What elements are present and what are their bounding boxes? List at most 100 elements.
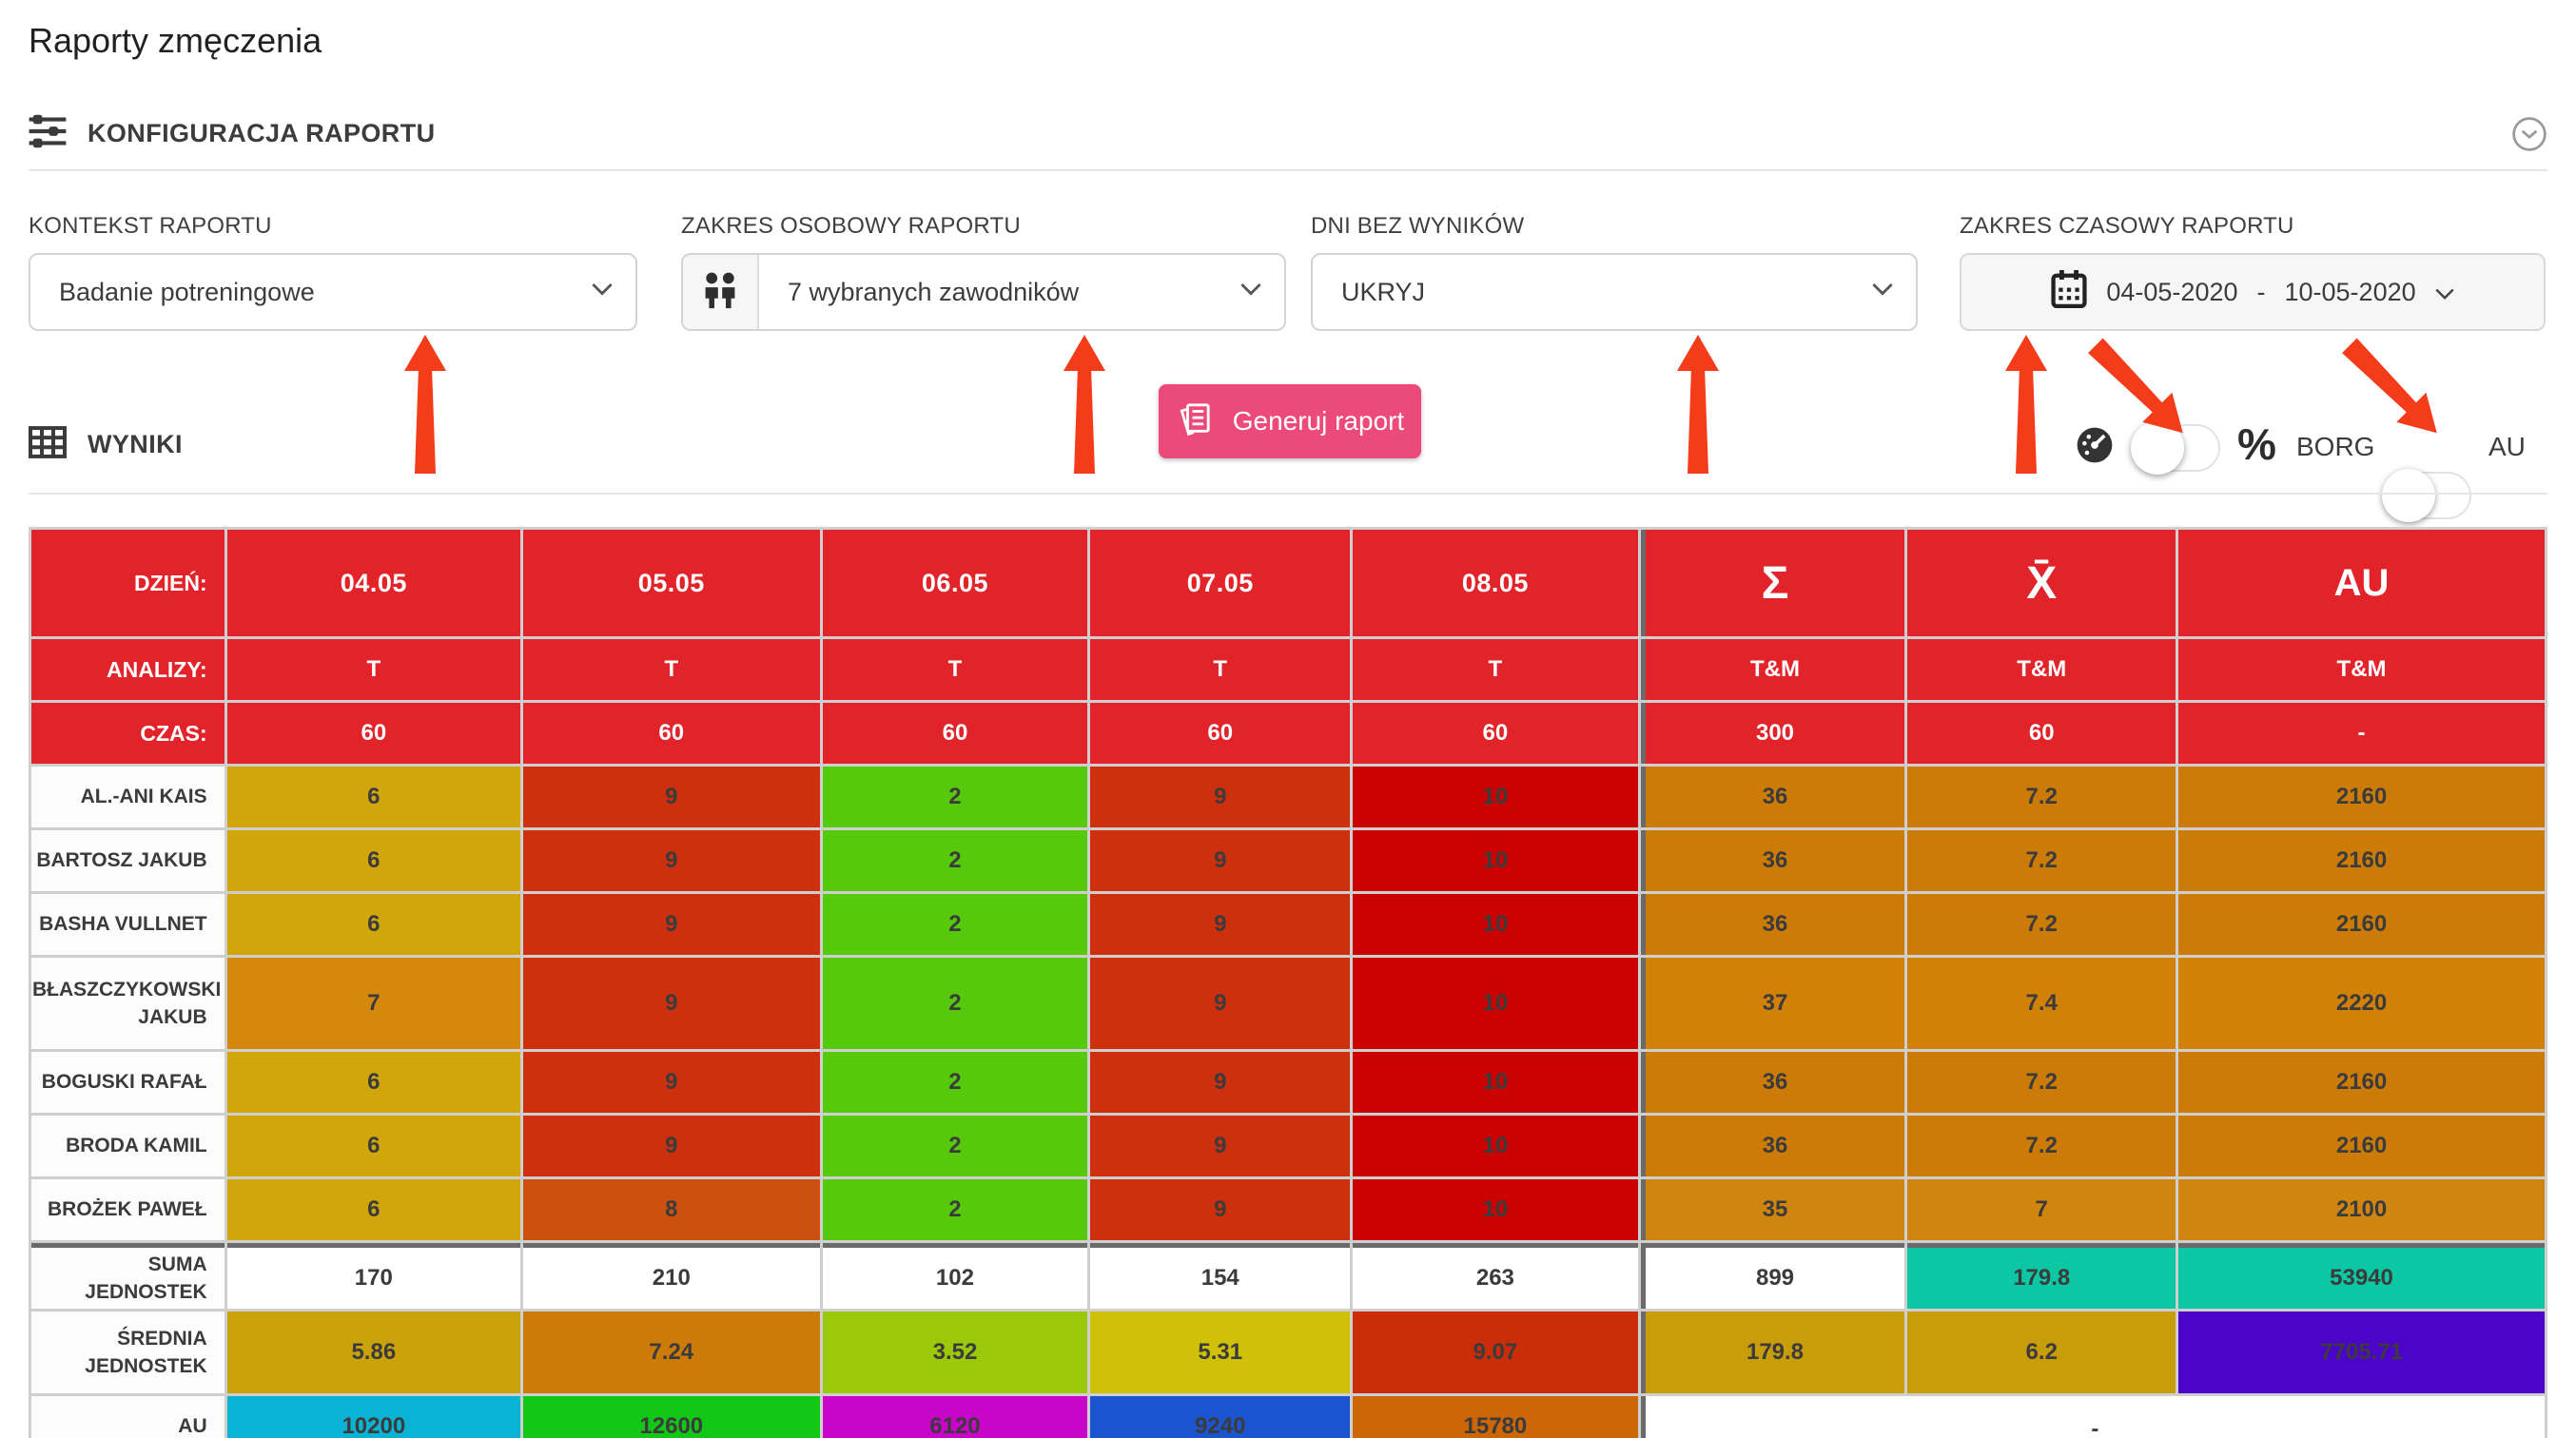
time-cell: 300	[1641, 703, 1905, 764]
time-cell: 60	[1353, 703, 1637, 764]
column-header: Σ	[1641, 530, 1905, 636]
people-icon	[699, 271, 741, 314]
au-merged-cell: -	[1641, 1396, 2545, 1438]
chevron-down-circle-icon	[2511, 141, 2547, 155]
time-row-label: CZAS:	[31, 703, 224, 764]
date-range-to: 10-05-2020	[2285, 278, 2416, 307]
value-cell: 9	[523, 1116, 820, 1176]
au-cell: 6120	[823, 1396, 1088, 1438]
calendar-icon	[2051, 270, 2087, 315]
value-cell: 6	[227, 830, 520, 891]
tune-icon	[29, 114, 67, 153]
collapse-config-button[interactable]	[2511, 116, 2547, 152]
analyses-row-label: ANALIZY:	[31, 639, 224, 700]
analyses-cell: T&M	[2178, 639, 2545, 700]
sum-cell: 210	[523, 1243, 820, 1309]
value-cell: 6	[227, 1116, 520, 1176]
player-name: BARTOSZ JAKUB	[31, 830, 224, 891]
avg-cell: 9.07	[1353, 1312, 1637, 1393]
value-cell: 2160	[2178, 894, 2545, 955]
value-cell: 2	[823, 1116, 1088, 1176]
analyses-cell: T	[227, 639, 520, 700]
context-field-label: KONTEKST RAPORTU	[29, 213, 272, 240]
avg-cell: 5.31	[1090, 1312, 1350, 1393]
sum-cell: 102	[823, 1243, 1088, 1309]
player-name: BASHA VULLNET	[31, 894, 224, 955]
annotation-arrow-up-date-range	[2005, 335, 2047, 478]
value-cell: 36	[1641, 894, 1905, 955]
avg-cell: 7.24	[523, 1312, 820, 1393]
value-cell: 2	[823, 767, 1088, 827]
value-cell: 35	[1641, 1179, 1905, 1240]
value-cell: 36	[1641, 1116, 1905, 1176]
value-cell: 7.2	[1907, 894, 2176, 955]
au-cell: 10200	[227, 1396, 520, 1438]
player-row: BOGUSKI RAFAŁ692910367.22160	[31, 1052, 2545, 1113]
time-cell: 60	[1907, 703, 2176, 764]
generate-report-button[interactable]: Generuj raport	[1159, 384, 1421, 458]
value-cell: 6	[227, 1179, 520, 1240]
au-cell: 9240	[1090, 1396, 1350, 1438]
value-cell: 6	[227, 894, 520, 955]
chevron-down-icon	[592, 283, 613, 301]
player-name: AL.-ANI KAIS	[31, 767, 224, 827]
au-row-label: AU	[31, 1396, 224, 1438]
borg-label: BORG	[2296, 432, 2374, 462]
value-cell: 2100	[2178, 1179, 2545, 1240]
value-cell: 10	[1353, 767, 1637, 827]
time-cell: -	[2178, 703, 2545, 764]
value-cell: 7	[1907, 1179, 2176, 1240]
borg-au-toggle[interactable]	[2382, 472, 2471, 519]
results-section-header: WYNIKI	[29, 426, 183, 463]
value-cell: 2160	[2178, 1116, 2545, 1176]
avg-cell: 3.52	[823, 1312, 1088, 1393]
context-select[interactable]: Badanie potreningowe	[29, 253, 637, 331]
annotation-arrow-up-people	[1064, 335, 1105, 478]
value-cell: 10	[1353, 830, 1637, 891]
avg-row-label: ŚREDNIA JEDNOSTEK	[31, 1312, 224, 1393]
value-cell: 2220	[2178, 958, 2545, 1049]
color-percent-toggle[interactable]	[2131, 424, 2220, 472]
value-cell: 9	[1090, 958, 1350, 1049]
player-row: BASHA VULLNET692910367.22160	[31, 894, 2545, 955]
value-cell: 7.2	[1907, 830, 2176, 891]
config-section-title: KONFIGURACJA RAPORTU	[88, 119, 436, 148]
chevron-down-icon	[2435, 278, 2454, 307]
annotation-arrow-diag-au-toggle	[2332, 327, 2452, 448]
column-header: 07.05	[1090, 530, 1350, 636]
player-row: BRODA KAMIL692910367.22160	[31, 1116, 2545, 1176]
date-range-picker[interactable]: 04-05-2020 - 10-05-2020	[1960, 253, 2546, 331]
empty-days-select-value: UKRYJ	[1313, 278, 1425, 307]
value-cell: 2160	[2178, 1052, 2545, 1113]
sum-cell: 263	[1353, 1243, 1637, 1309]
toggle-knob	[2131, 421, 2184, 475]
value-cell: 8	[523, 1179, 820, 1240]
value-cell: 2	[823, 958, 1088, 1049]
value-cell: 9	[523, 894, 820, 955]
value-cell: 36	[1641, 1052, 1905, 1113]
column-header: 04.05	[227, 530, 520, 636]
au-cell: 15780	[1353, 1396, 1637, 1438]
avg-row: ŚREDNIA JEDNOSTEK5.867.243.525.319.07179…	[31, 1312, 2545, 1393]
annotation-arrow-up-empty-days	[1677, 335, 1719, 478]
avg-cell: 6.2	[1907, 1312, 2176, 1393]
date-range-separator: -	[2257, 278, 2266, 307]
value-cell: 10	[1353, 1179, 1637, 1240]
header-day-row: DZIEŃ:04.0505.0506.0507.0508.05ΣX̄AU	[31, 530, 2545, 636]
value-cell: 9	[523, 1052, 820, 1113]
sum-cell: 154	[1090, 1243, 1350, 1309]
avg-cell: 5.86	[227, 1312, 520, 1393]
column-header: X̄	[1907, 530, 2176, 636]
value-cell: 7.2	[1907, 767, 2176, 827]
value-cell: 9	[1090, 1179, 1350, 1240]
annotation-arrow-up-context	[404, 335, 446, 478]
config-section-header: KONFIGURACJA RAPORTU	[29, 114, 436, 153]
value-cell: 2	[823, 1052, 1088, 1113]
empty-days-select[interactable]: UKRYJ	[1311, 253, 1918, 331]
context-select-value: Badanie potreningowe	[30, 278, 315, 307]
results-divider	[29, 493, 2547, 495]
header-time-row: CZAS:606060606030060-	[31, 703, 2545, 764]
day-row-label: DZIEŃ:	[31, 530, 224, 636]
people-select[interactable]: 7 wybranych zawodników	[681, 253, 1286, 331]
people-iconbox	[683, 255, 759, 329]
